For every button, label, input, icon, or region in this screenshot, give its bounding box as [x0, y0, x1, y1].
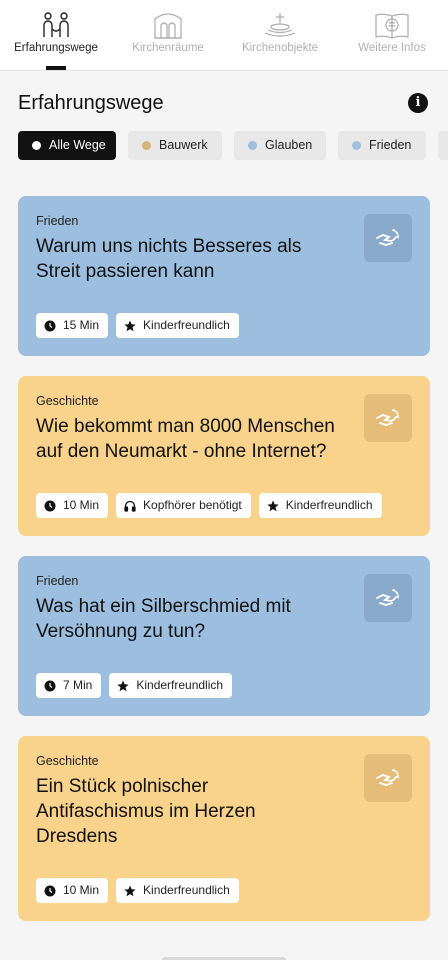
duration-tag: 10 Min — [36, 493, 109, 518]
card-category: Frieden — [36, 574, 79, 588]
kid-friendly-tag: Kinderfreundlich — [116, 878, 239, 903]
card-title: Was hat ein Silberschmied mit Versöhnung… — [36, 596, 291, 642]
info-icon[interactable]: i — [408, 93, 428, 113]
experience-card[interactable]: Geschichte Wie bekommt man 8000 Menschen… — [18, 376, 430, 536]
book-info-icon — [372, 10, 412, 40]
altar-cross-icon — [260, 10, 300, 40]
tab-weitere-infos[interactable]: Weitere Infos — [336, 0, 448, 70]
card-tags: 10 Min Kopfhörer benötigt Kinderfreundli… — [36, 493, 382, 518]
hands-reconciliation-icon — [364, 394, 412, 442]
tab-label: Kirchenobjekte — [241, 42, 319, 54]
filter-chip-glauben[interactable]: Glauben — [234, 131, 326, 160]
filter-chip-alle-wege[interactable]: Alle Wege — [18, 131, 116, 160]
active-tab-indicator — [46, 66, 66, 70]
chip-dot — [352, 141, 361, 150]
headphones-tag: Kopfhörer benötigt — [116, 493, 251, 518]
chip-label: Frieden — [369, 138, 412, 152]
card-category: Frieden — [36, 214, 79, 228]
filter-chip-bauwerk[interactable]: Bauwerk — [128, 131, 222, 160]
kid-friendly-tag: Kinderfreundlich — [258, 493, 382, 518]
tab-erfahrungswege[interactable]: Erfahrungswege — [0, 0, 112, 70]
card-tags: 7 Min Kinderfreundlich — [36, 673, 233, 698]
card-category: Geschichte — [36, 394, 99, 408]
experience-card[interactable]: Frieden Warum uns nichts Besseres als St… — [18, 196, 430, 356]
chip-dot — [142, 141, 151, 150]
people-path-icon — [36, 10, 76, 40]
card-tags: 10 Min Kinderfreundlich — [36, 878, 239, 903]
tag-label: Kopfhörer benötigt — [143, 498, 242, 512]
tag-label: 10 Min — [63, 883, 100, 897]
page-header: Erfahrungswege i — [18, 88, 430, 118]
tab-label: Weitere Infos — [358, 42, 426, 54]
duration-tag: 15 Min — [36, 313, 109, 338]
tab-kirchenraeume[interactable]: Kirchenräume — [112, 0, 224, 70]
kid-friendly-tag: Kinderfreundlich — [116, 313, 239, 338]
filter-chip-bar: Alle Wege Bauwerk Glauben Frieden — [18, 131, 448, 160]
star-icon — [124, 885, 136, 897]
card-title: Warum uns nichts Besseres als Streit pas… — [36, 236, 302, 282]
experience-card[interactable]: Frieden Was hat ein Silberschmied mit Ve… — [18, 556, 430, 716]
church-building-icon — [148, 10, 188, 40]
page-title: Erfahrungswege — [18, 92, 164, 114]
clock-icon — [44, 500, 56, 512]
hands-reconciliation-icon — [364, 574, 412, 622]
hands-reconciliation-icon — [364, 214, 412, 262]
kid-friendly-tag: Kinderfreundlich — [109, 673, 233, 698]
hands-reconciliation-icon — [364, 754, 412, 802]
card-category: Geschichte — [36, 754, 99, 768]
duration-tag: 7 Min — [36, 673, 102, 698]
chip-label: Glauben — [265, 138, 313, 152]
card-title: Wie bekommt man 8000 Menschen auf den Ne… — [36, 416, 335, 462]
clock-icon — [44, 680, 56, 692]
chip-dot — [32, 141, 41, 150]
top-navigation: Erfahrungswege Kirchenräume Kirchenobjek… — [0, 0, 448, 71]
chip-dot — [248, 141, 257, 150]
experience-card[interactable]: Geschichte Ein Stück polnischer Antifasc… — [18, 736, 430, 921]
card-title: Ein Stück polnischer Antifaschismus im H… — [36, 776, 256, 847]
clock-icon — [44, 320, 56, 332]
headphones-icon — [124, 500, 136, 512]
card-tags: 15 Min Kinderfreundlich — [36, 313, 239, 338]
tab-kirchenobjekte[interactable]: Kirchenobjekte — [224, 0, 336, 70]
tag-label: Kinderfreundlich — [143, 318, 230, 332]
star-icon — [124, 320, 136, 332]
clock-icon — [44, 885, 56, 897]
tag-label: Kinderfreundlich — [143, 883, 230, 897]
filter-chip-frieden[interactable]: Frieden — [338, 131, 426, 160]
star-icon — [117, 680, 129, 692]
tag-label: Kinderfreundlich — [285, 498, 373, 512]
tab-label: Kirchenräume — [132, 42, 204, 54]
duration-tag: 10 Min — [36, 878, 109, 903]
tag-label: Kinderfreundlich — [136, 678, 224, 692]
filter-chip-more[interactable] — [438, 131, 448, 160]
chip-label: Alle Wege — [49, 138, 106, 152]
star-icon — [267, 500, 279, 512]
tag-label: 15 Min — [63, 318, 100, 332]
tab-label: Erfahrungswege — [14, 42, 98, 54]
tag-label: 10 Min — [63, 498, 100, 512]
chip-label: Bauwerk — [159, 138, 208, 152]
tag-label: 7 Min — [63, 678, 93, 692]
